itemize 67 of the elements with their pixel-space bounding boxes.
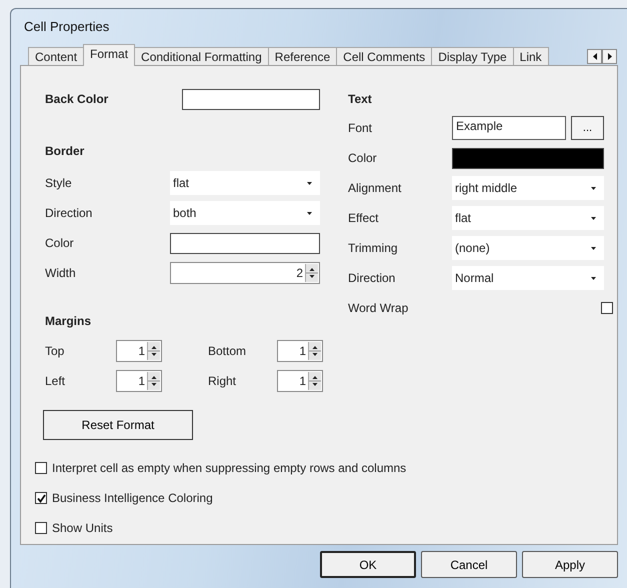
checkbox[interactable]	[35, 522, 47, 534]
section-heading: Text	[348, 91, 373, 108]
spinner-field[interactable]: 1	[277, 370, 323, 392]
field-label: Color	[348, 151, 378, 165]
tab[interactable]: Link	[512, 47, 549, 66]
dropdown[interactable]: Normal	[452, 266, 604, 290]
spinner-field[interactable]: 2	[170, 262, 320, 284]
reset-format-button[interactable]: Reset Format	[43, 410, 193, 440]
font-field[interactable]: Example	[452, 116, 566, 140]
field-label: Effect	[348, 211, 380, 225]
caret-icon	[591, 246, 596, 250]
spinner-field[interactable]: 1	[116, 340, 162, 362]
scroll-right-icon[interactable]	[602, 49, 617, 64]
checkbox-label: Show Units	[52, 521, 113, 535]
field-label: Word Wrap	[348, 301, 410, 315]
field-label: Alignment	[348, 181, 402, 195]
field-label: Right	[208, 374, 238, 388]
field-label: Left	[45, 374, 66, 388]
checkbox-label: Interpret cell as empty when suppressing empty rows and columns	[52, 461, 406, 475]
checkbox-label: Business Intelligence Coloring	[52, 491, 213, 505]
dropdown[interactable]: flat	[452, 206, 604, 230]
spin-arrows-icon	[305, 264, 318, 282]
spin-arrows-icon	[308, 342, 321, 360]
checkbox[interactable]	[35, 492, 47, 504]
dropdown[interactable]: both	[170, 201, 320, 225]
caret-icon	[307, 212, 312, 214]
dialog-button[interactable]: Apply	[522, 551, 618, 578]
tab[interactable]: Format	[83, 44, 136, 66]
field-label: Direction	[45, 206, 94, 220]
caret-icon	[591, 216, 596, 220]
caret-icon	[591, 186, 596, 190]
color-swatch[interactable]	[182, 88, 320, 110]
checkbox[interactable]	[35, 462, 47, 474]
spin-arrows-icon	[147, 372, 160, 390]
color-swatch[interactable]	[170, 232, 320, 254]
section-heading: Margins	[45, 313, 92, 330]
tab[interactable]: Content	[28, 47, 84, 66]
section-heading: Back Color	[45, 91, 110, 108]
dialog-button[interactable]: Cancel	[421, 551, 517, 578]
caret-icon	[307, 182, 312, 184]
field-label: Trimming	[348, 241, 399, 255]
caret-icon	[591, 276, 596, 280]
window-title: Cell Properties	[23, 18, 110, 36]
field-label: Bottom	[208, 344, 248, 358]
field-label: Top	[45, 344, 66, 358]
dialog-button[interactable]: OK	[320, 551, 416, 578]
tab[interactable]: Cell Comments	[336, 47, 432, 66]
spin-arrows-icon	[308, 372, 321, 390]
field-label: Color	[45, 236, 75, 250]
field-label: Style	[45, 176, 73, 190]
field-label: Width	[45, 266, 77, 280]
checkbox[interactable]	[601, 302, 613, 314]
tab[interactable]: Conditional Formatting	[134, 47, 269, 66]
scroll-left-icon[interactable]	[587, 49, 602, 64]
field-label: Font	[348, 121, 374, 135]
tab[interactable]: Reference	[268, 47, 338, 66]
spinner-field[interactable]: 1	[116, 370, 162, 392]
section-heading: Border	[45, 143, 86, 160]
tab[interactable]: Display Type	[431, 47, 514, 66]
spin-arrows-icon	[147, 342, 160, 360]
dropdown[interactable]: (none)	[452, 236, 604, 260]
dropdown[interactable]: right middle	[452, 176, 604, 200]
dropdown[interactable]: flat	[170, 171, 320, 195]
color-swatch[interactable]	[452, 148, 604, 168]
spinner-field[interactable]: 1	[277, 340, 323, 362]
browse-button[interactable]: ...	[571, 116, 604, 140]
field-label: Direction	[348, 271, 396, 285]
